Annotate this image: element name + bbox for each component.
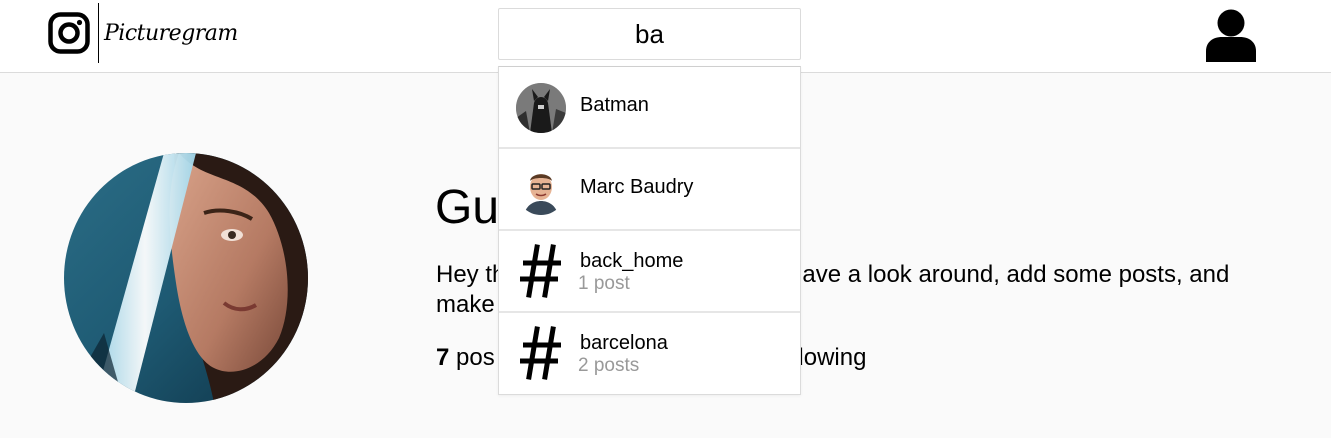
bio-text-line2: make xyxy=(436,291,495,318)
search-results-dropdown: Batman Marc Baudry back_home 1 post barc… xyxy=(498,66,801,395)
batman-avatar-image xyxy=(516,83,566,133)
search-result-post-count: 2 posts xyxy=(578,355,640,376)
search-input[interactable] xyxy=(498,8,801,60)
logo-divider xyxy=(98,3,99,63)
search-result-label: barcelona xyxy=(580,332,668,354)
search-result-label: Marc Baudry xyxy=(580,176,694,198)
user-avatar-marc-baudry xyxy=(516,165,566,215)
search-result-post-count: 1 post xyxy=(578,273,630,294)
search-result-label: back_home xyxy=(580,250,684,272)
top-nav-bar: Picturegram xyxy=(0,0,1331,73)
bio-text-start: Hey th xyxy=(436,261,506,288)
search-result-user[interactable]: Batman xyxy=(499,67,800,149)
search-result-hashtag[interactable]: back_home 1 post xyxy=(499,231,800,313)
search-result-hashtag[interactable]: barcelona 2 posts xyxy=(499,313,800,394)
posts-count: 7 xyxy=(436,344,450,371)
search-result-label: Batman xyxy=(580,94,649,116)
hashtag-icon xyxy=(520,244,561,298)
app-logo-text[interactable]: Picturegram xyxy=(104,20,238,48)
posts-label: pos xyxy=(449,344,495,371)
profile-name: Gu xyxy=(435,181,500,234)
user-avatar-batman xyxy=(516,83,566,133)
user-account-icon[interactable] xyxy=(1205,8,1257,62)
hashtag-icon xyxy=(520,326,561,380)
profile-avatar xyxy=(64,153,308,403)
bio-text-end: am. Have a look around, add some posts, … xyxy=(738,261,1230,288)
marc-baudry-avatar-image xyxy=(516,165,566,215)
profile-photo xyxy=(64,153,308,403)
instagram-camera-icon[interactable] xyxy=(48,12,90,54)
search-result-user[interactable]: Marc Baudry xyxy=(499,149,800,231)
